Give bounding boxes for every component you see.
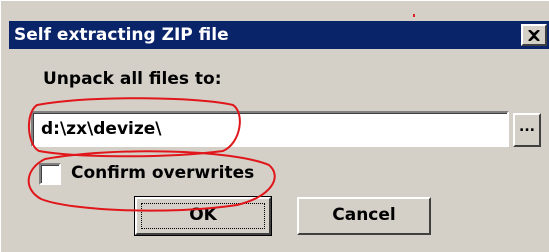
red-mark xyxy=(413,14,415,17)
browse-button[interactable]: ... xyxy=(513,113,541,147)
close-icon xyxy=(528,30,540,41)
dialog-window: Self extracting ZIP file Unpack all file… xyxy=(0,0,549,252)
ok-focus-rect xyxy=(141,203,265,229)
title-bar[interactable]: Self extracting ZIP file xyxy=(9,21,549,49)
confirm-overwrites-label[interactable]: Confirm overwrites xyxy=(71,163,254,183)
cancel-button-label: Cancel xyxy=(332,205,396,225)
ok-button[interactable]: OK xyxy=(134,196,272,236)
window-title: Self extracting ZIP file xyxy=(14,25,229,45)
destination-path-value: d:\zx\devize\ xyxy=(41,119,162,139)
confirm-overwrites-checkbox[interactable] xyxy=(39,163,61,185)
unpack-label: Unpack all files to: xyxy=(43,69,222,89)
close-button[interactable] xyxy=(521,24,547,46)
destination-path-input[interactable]: d:\zx\devize\ xyxy=(31,111,509,147)
cancel-button[interactable]: Cancel xyxy=(297,197,431,235)
